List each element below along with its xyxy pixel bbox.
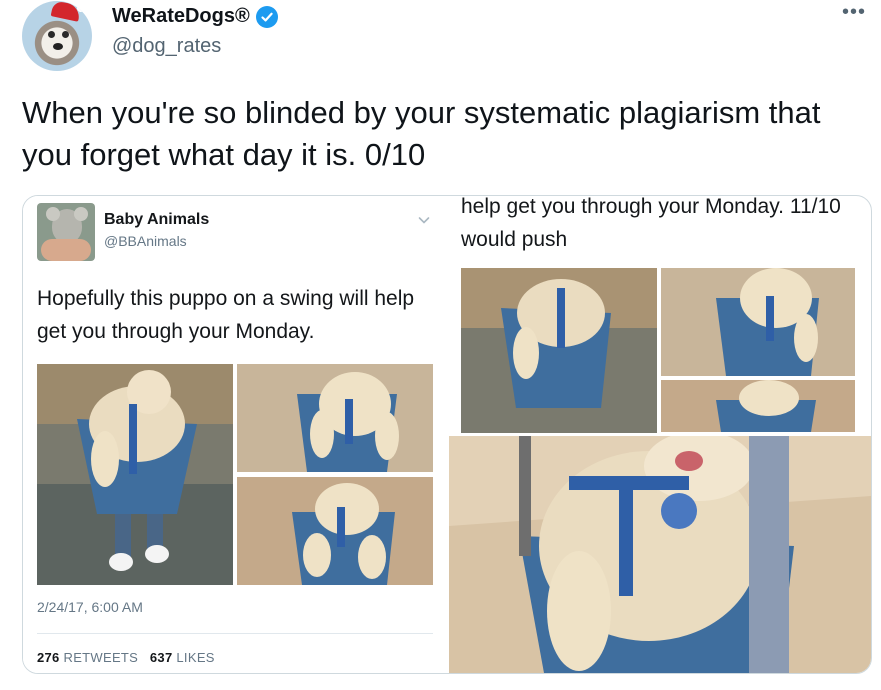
puppy-swing-photo-large [37, 364, 233, 585]
more-options-icon[interactable]: ••• [842, 1, 866, 24]
embedded-tweet-text: Hopefully this puppo on a swing will hel… [37, 287, 415, 343]
embedded-author-handle: @BBAnimals [104, 233, 187, 249]
embedded-tweet-date: 2/24/17, 6:00 AM [37, 599, 143, 615]
second-photo-small [661, 380, 855, 432]
verified-badge-icon [255, 5, 278, 28]
author-avatar[interactable] [22, 1, 92, 71]
tweet-image-card[interactable]: Baby Animals @BBAnimals Hopefully this p… [22, 195, 872, 674]
likes-label: LIKES [176, 650, 215, 665]
divider [37, 633, 433, 634]
likes-count: 637 [149, 650, 173, 665]
second-photo-large [461, 268, 657, 433]
second-photo-top-right [661, 268, 855, 376]
author-handle[interactable]: @dog_rates [112, 35, 221, 58]
avatar-eye-left [48, 31, 55, 38]
koala-image [46, 207, 88, 243]
santa-hat [50, 1, 82, 22]
retweets-count: 276 [37, 650, 60, 665]
second-screenshot-text: help get you through your Monday. 11/10 … [461, 195, 841, 251]
hands-image [41, 239, 91, 261]
puppy-swing-photo-bottom-right [237, 477, 433, 585]
tweet-text: When you're so blinded by your systemati… [22, 95, 821, 172]
embedded-tweet-stats: 276 RETWEETS 637 LIKES [37, 650, 215, 665]
puppy-swing-closeup-photo [449, 436, 871, 673]
embedded-author-name: Baby Animals [104, 211, 210, 228]
embedded-tweet-screenshot: Baby Animals @BBAnimals Hopefully this p… [23, 196, 448, 673]
puppy-swing-photo-top-right [237, 364, 433, 472]
avatar-nose [53, 43, 63, 50]
author-display-name[interactable]: WeRateDogs® [112, 5, 250, 28]
embedded-avatar [37, 203, 95, 261]
author-name-row: WeRateDogs® [112, 5, 278, 28]
retweets-label: RETWEETS [63, 650, 139, 665]
chevron-down-icon [418, 217, 430, 224]
avatar-eye-right [62, 31, 69, 38]
